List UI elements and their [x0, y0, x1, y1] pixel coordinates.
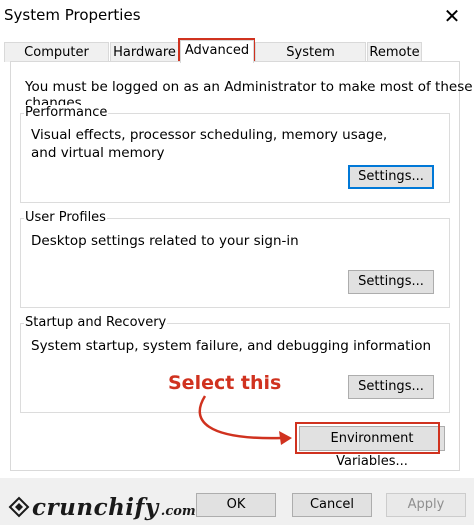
logo-suffix: .com	[160, 503, 196, 519]
crunchify-logo: crunchify .com	[6, 493, 196, 521]
tab-advanced[interactable]: Advanced	[180, 40, 254, 63]
environment-variables-button[interactable]: Environment Variables...	[299, 426, 445, 469]
apply-button[interactable]: Apply	[386, 493, 466, 517]
logo-text: crunchify	[32, 493, 159, 521]
crunchify-logo-icon	[8, 496, 30, 518]
ok-button[interactable]: OK	[196, 493, 276, 517]
cancel-button[interactable]: Cancel	[292, 493, 372, 517]
